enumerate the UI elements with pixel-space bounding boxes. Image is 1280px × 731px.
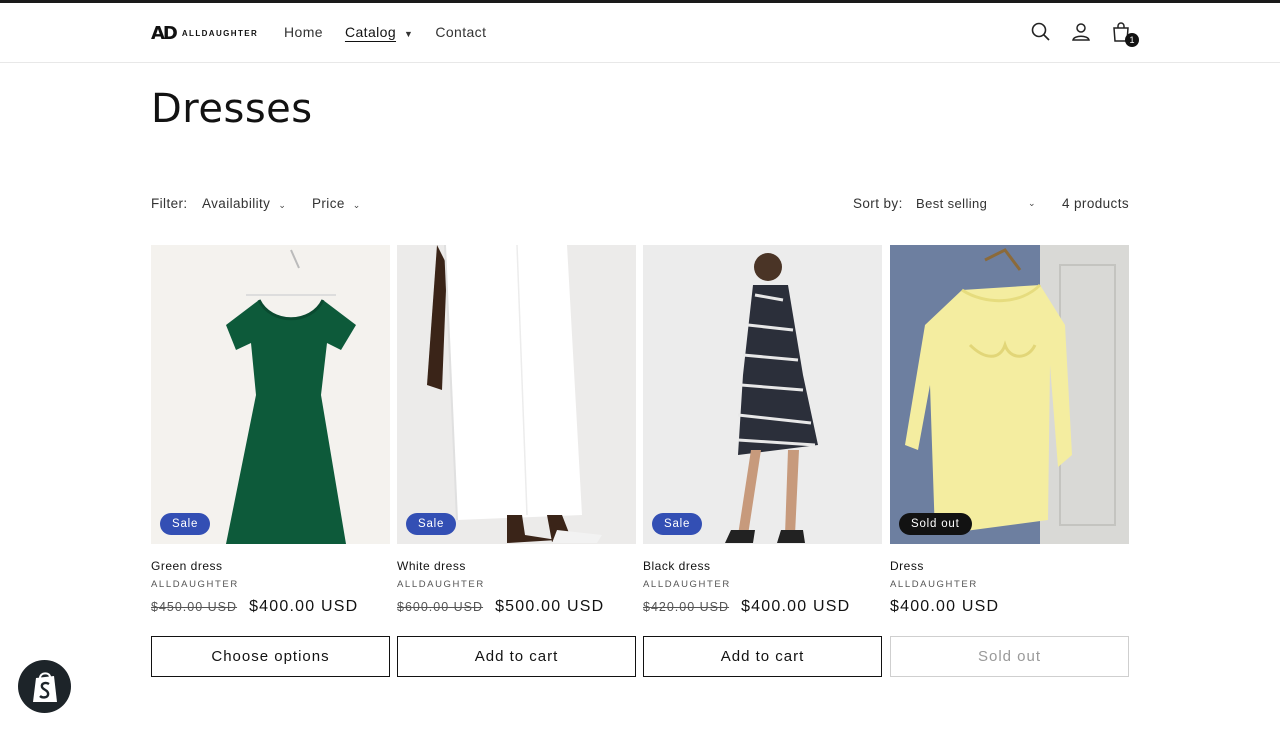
product-vendor: ALLDAUGHTER xyxy=(890,579,978,590)
sale-price: $400.00 USD xyxy=(249,598,359,615)
chevron-down-icon: ⌄ xyxy=(352,200,361,210)
add-to-cart-button[interactable]: Add to cart xyxy=(643,636,882,677)
compare-price: $450.00 USD xyxy=(151,600,238,614)
product-card[interactable]: Sale White dress ALLDAUGHTER $600.00 USD… xyxy=(397,245,636,677)
filter-bar: Filter: Availability ⌄ Price ⌄ Sort by: Be… xyxy=(151,196,1129,216)
availability-filter-label: Availability xyxy=(202,196,271,211)
store-logo[interactable]: AD ALLDAUGHTER xyxy=(151,23,258,44)
product-image-green-dress[interactable]: Sale xyxy=(151,245,390,544)
compare-price: $600.00 USD xyxy=(397,600,484,614)
product-image-yellow-dress[interactable]: Sold out xyxy=(890,245,1129,544)
price-row: $450.00 USD $400.00 USD xyxy=(151,598,390,616)
product-card[interactable]: Sold out Dress ALLDAUGHTER $400.00 USD S… xyxy=(890,245,1129,677)
price-filter[interactable]: Price ⌄ xyxy=(312,196,361,211)
product-vendor: ALLDAUGHTER xyxy=(643,579,731,590)
add-to-cart-button[interactable]: Add to cart xyxy=(397,636,636,677)
product-card[interactable]: Sale Black dress ALLDAUGHTER $420.00 USD… xyxy=(643,245,882,677)
product-title[interactable]: Black dress xyxy=(643,559,882,573)
sort-label: Sort by: xyxy=(853,196,903,211)
sale-badge: Sale xyxy=(160,513,211,535)
header-icons: 1 xyxy=(1030,21,1139,47)
product-count: 4 products xyxy=(1061,196,1129,211)
sort-select[interactable]: Best selling ⌄ xyxy=(916,196,1036,211)
product-title[interactable]: Dress xyxy=(890,559,1129,573)
price-row: $420.00 USD $400.00 USD xyxy=(643,598,882,616)
shopify-icon[interactable] xyxy=(18,660,71,713)
site-header: AD ALLDAUGHTER Home Catalog ▼ Contact 1 xyxy=(0,3,1280,63)
availability-filter[interactable]: Availability ⌄ xyxy=(202,196,286,211)
logo-text: ALLDAUGHTER xyxy=(181,29,259,38)
cart-icon[interactable]: 1 xyxy=(1110,21,1139,47)
nav-catalog-label: Catalog xyxy=(344,24,397,40)
product-title[interactable]: Green dress xyxy=(151,559,390,573)
sort-value: Best selling xyxy=(916,196,988,211)
sale-badge: Sale xyxy=(652,513,703,535)
chevron-down-icon: ⌄ xyxy=(278,200,287,210)
search-icon[interactable] xyxy=(1030,21,1052,43)
filter-label: Filter: xyxy=(151,196,188,211)
main-nav: Home Catalog ▼ Contact xyxy=(284,24,486,40)
nav-catalog[interactable]: Catalog ▼ xyxy=(345,24,413,40)
sale-price: $500.00 USD xyxy=(495,598,605,615)
compare-price: $420.00 USD xyxy=(643,600,730,614)
choose-options-button[interactable]: Choose options xyxy=(151,636,390,677)
sale-price: $400.00 USD xyxy=(741,598,851,615)
nav-contact[interactable]: Contact xyxy=(435,24,486,40)
price-filter-label: Price xyxy=(312,196,345,211)
sold-out-badge: Sold out xyxy=(899,513,972,535)
account-icon[interactable] xyxy=(1070,21,1092,43)
product-image-black-dress[interactable]: Sale xyxy=(643,245,882,544)
chevron-down-icon: ⌄ xyxy=(1028,198,1036,208)
sold-out-button: Sold out xyxy=(890,636,1129,677)
product-vendor: ALLDAUGHTER xyxy=(151,579,239,590)
product-image-white-dress[interactable]: Sale xyxy=(397,245,636,544)
logo-mark: AD xyxy=(151,23,178,44)
cart-count-badge: 1 xyxy=(1125,33,1139,47)
nav-home[interactable]: Home xyxy=(284,24,323,40)
page-title: Dresses xyxy=(151,86,313,132)
product-vendor: ALLDAUGHTER xyxy=(397,579,485,590)
product-title[interactable]: White dress xyxy=(397,559,636,573)
product-card[interactable]: Sale Green dress ALLDAUGHTER $450.00 USD… xyxy=(151,245,390,677)
price-row: $600.00 USD $500.00 USD xyxy=(397,598,636,616)
regular-price: $400.00 USD xyxy=(890,598,1000,615)
sale-badge: Sale xyxy=(406,513,457,535)
chevron-down-icon: ▼ xyxy=(404,29,414,39)
price-row: $400.00 USD xyxy=(890,598,1129,616)
